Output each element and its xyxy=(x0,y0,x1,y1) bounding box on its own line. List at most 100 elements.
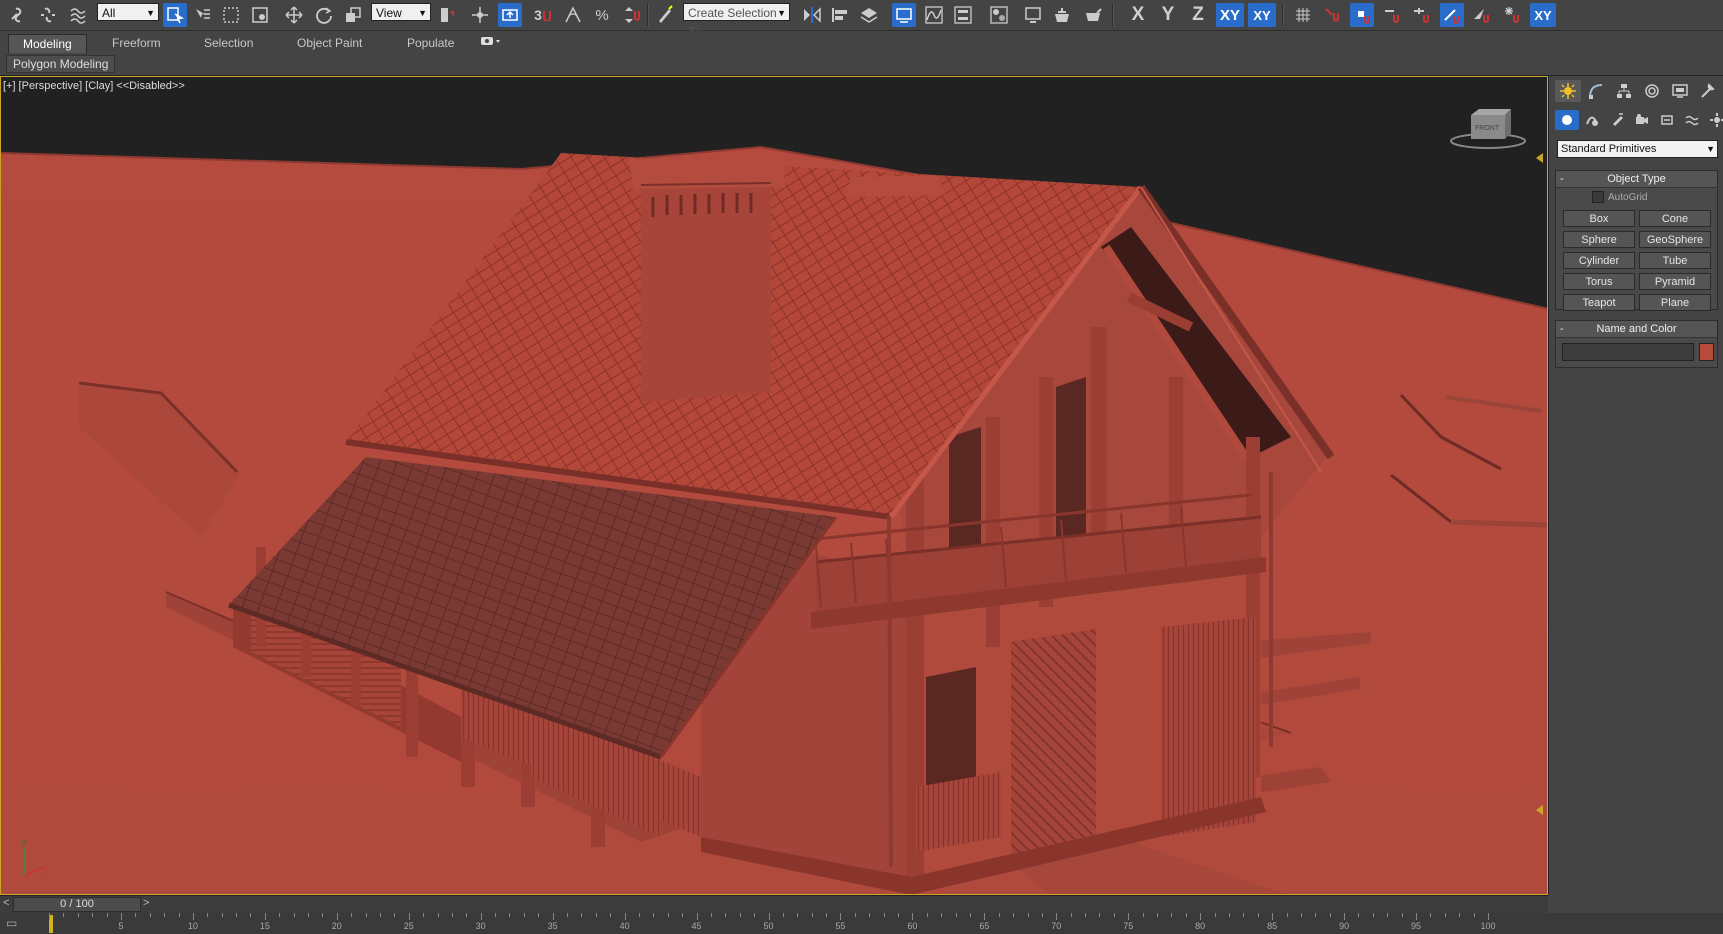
timeline-tick xyxy=(466,913,468,917)
select-by-name-icon[interactable] xyxy=(190,3,214,27)
constrain-x-button[interactable]: X xyxy=(1126,3,1150,27)
vertex-snap-icon[interactable] xyxy=(1350,3,1374,27)
timeline-tick xyxy=(120,913,122,920)
torus-button[interactable]: Torus xyxy=(1563,273,1635,290)
percent-snap-icon[interactable]: % xyxy=(590,3,614,27)
autogrid-checkbox[interactable]: AutoGrid xyxy=(1592,191,1647,203)
track-bar[interactable]: ▭ 5 10 15 20 25 30 35 40 45 50 55 60 65 70 75 80 85 90 95 1… xyxy=(0,913,1723,934)
track-bar-icon[interactable]: ▭ xyxy=(6,916,17,930)
endpoint-snap-icon[interactable] xyxy=(1380,3,1404,27)
cameras-category-icon[interactable] xyxy=(1630,110,1654,130)
cone-button[interactable]: Cone xyxy=(1639,210,1711,227)
toggle-scene-explorer-icon[interactable] xyxy=(857,3,881,27)
render-production-icon[interactable] xyxy=(1081,3,1105,27)
pyramid-button[interactable]: Pyramid xyxy=(1639,273,1711,290)
shapes-category-icon[interactable] xyxy=(1580,110,1604,130)
cylinder-button[interactable]: Cylinder xyxy=(1563,252,1635,269)
sphere-button[interactable]: Sphere xyxy=(1563,231,1635,248)
tab-freeform[interactable]: Freeform xyxy=(98,34,175,52)
time-slider-thumb[interactable]: 0 / 100 xyxy=(13,897,141,912)
utilities-tab-icon[interactable] xyxy=(1695,80,1721,102)
space-warps-category-icon[interactable] xyxy=(1680,110,1704,130)
curve-editor-icon[interactable] xyxy=(922,3,946,27)
spinner-snap-icon[interactable] xyxy=(619,3,643,27)
schematic-view-icon[interactable] xyxy=(951,3,975,27)
viewport-plus-menu[interactable]: [+] xyxy=(3,80,16,92)
display-tab-icon[interactable] xyxy=(1667,80,1693,102)
timeline-tick xyxy=(1372,913,1374,917)
hierarchy-tab-icon[interactable] xyxy=(1611,80,1637,102)
unlink-icon[interactable] xyxy=(36,3,60,27)
rotate-icon[interactable] xyxy=(312,3,336,27)
primitive-category-dropdown[interactable]: Standard Primitives ▼ xyxy=(1557,140,1718,158)
midpoint-snap-icon[interactable] xyxy=(1410,3,1434,27)
tab-selection[interactable]: Selection xyxy=(190,34,267,52)
window-crossing-icon[interactable] xyxy=(248,3,272,27)
reference-coordinate-dropdown[interactable]: View ▼ xyxy=(371,3,431,21)
select-manipulate-icon[interactable] xyxy=(468,3,492,27)
object-name-field[interactable] xyxy=(1562,343,1694,361)
snaps-toggle-icon[interactable]: 3 xyxy=(531,3,555,27)
motion-tab-icon[interactable] xyxy=(1639,80,1665,102)
ribbon-options-icon[interactable] xyxy=(474,34,508,52)
move-icon[interactable] xyxy=(282,3,306,27)
pivot-center-icon[interactable] xyxy=(435,3,459,27)
keyboard-shortcut-override-icon[interactable] xyxy=(498,3,522,27)
viewport-view-menu[interactable]: [Perspective] xyxy=(19,80,83,92)
constrain-y-button[interactable]: Y xyxy=(1156,3,1180,27)
mirror-icon[interactable] xyxy=(800,3,824,27)
toggle-layer-explorer-icon[interactable] xyxy=(892,3,916,27)
timeline-tick xyxy=(408,913,410,920)
link-icon[interactable] xyxy=(6,3,30,27)
tube-button[interactable]: Tube xyxy=(1639,252,1711,269)
constrain-xy-snap-button[interactable]: XY xyxy=(1248,3,1276,27)
viewcube[interactable]: FRONT xyxy=(1449,107,1527,154)
material-editor-icon[interactable] xyxy=(987,3,1011,27)
rendered-frame-window-icon[interactable] xyxy=(1050,3,1074,27)
perspective-viewport[interactable]: [+] [Perspective] [Clay] <<Disabled>> z … xyxy=(0,76,1548,895)
name-and-color-header[interactable]: - Name and Color xyxy=(1556,321,1717,338)
systems-category-icon[interactable] xyxy=(1705,110,1723,130)
tab-populate[interactable]: Populate xyxy=(393,34,468,52)
polygon-modeling-panel[interactable]: Polygon Modeling xyxy=(6,55,116,73)
viewport-shading-menu[interactable]: [Clay] xyxy=(85,80,113,92)
timeline-tick xyxy=(653,913,655,917)
geosphere-button[interactable]: GeoSphere xyxy=(1639,231,1711,248)
select-object-icon[interactable] xyxy=(163,3,187,27)
named-selection-dropdown[interactable]: Create Selection Se▼ xyxy=(683,3,790,38)
render-setup-icon[interactable] xyxy=(1021,3,1045,27)
pivot-snap-icon[interactable] xyxy=(1320,3,1344,27)
timeline-tick-label: 25 xyxy=(403,921,414,931)
edit-named-selection-icon[interactable] xyxy=(653,3,677,27)
align-icon[interactable] xyxy=(828,3,852,27)
tab-modeling[interactable]: Modeling xyxy=(8,34,87,53)
box-button[interactable]: Box xyxy=(1563,210,1635,227)
selection-filter-dropdown[interactable]: All ▼ xyxy=(97,3,159,21)
axis-snap-icon[interactable]: XY xyxy=(1530,3,1556,27)
constrain-z-button[interactable]: Z xyxy=(1186,3,1210,27)
bind-space-warp-icon[interactable] xyxy=(66,3,90,27)
center-snap-icon[interactable] xyxy=(1500,3,1524,27)
rectangular-selection-icon[interactable] xyxy=(219,3,243,27)
tab-object-paint[interactable]: Object Paint xyxy=(283,34,376,52)
create-tab-icon[interactable] xyxy=(1555,80,1581,102)
angle-snap-icon[interactable] xyxy=(561,3,585,27)
timeline-tick xyxy=(1113,913,1115,917)
timeline-tick xyxy=(1041,913,1043,917)
time-slider-next[interactable]: > xyxy=(143,897,149,909)
teapot-button[interactable]: Teapot xyxy=(1563,294,1635,311)
object-color-swatch[interactable] xyxy=(1699,343,1714,361)
lights-category-icon[interactable] xyxy=(1605,110,1629,130)
scale-icon[interactable] xyxy=(341,3,365,27)
object-type-header[interactable]: - Object Type xyxy=(1556,171,1717,188)
face-snap-icon[interactable] xyxy=(1470,3,1494,27)
geometry-category-icon[interactable] xyxy=(1555,110,1579,130)
grid-snap-icon[interactable] xyxy=(1291,3,1315,27)
edge-snap-icon[interactable] xyxy=(1440,3,1464,27)
constrain-xy-button[interactable]: XY xyxy=(1216,3,1244,27)
time-slider-prev[interactable]: < xyxy=(3,897,9,909)
modify-tab-icon[interactable] xyxy=(1583,80,1609,102)
plane-button[interactable]: Plane xyxy=(1639,294,1711,311)
helpers-category-icon[interactable] xyxy=(1655,110,1679,130)
viewport-disabled-status[interactable]: <<Disabled>> xyxy=(116,80,185,92)
